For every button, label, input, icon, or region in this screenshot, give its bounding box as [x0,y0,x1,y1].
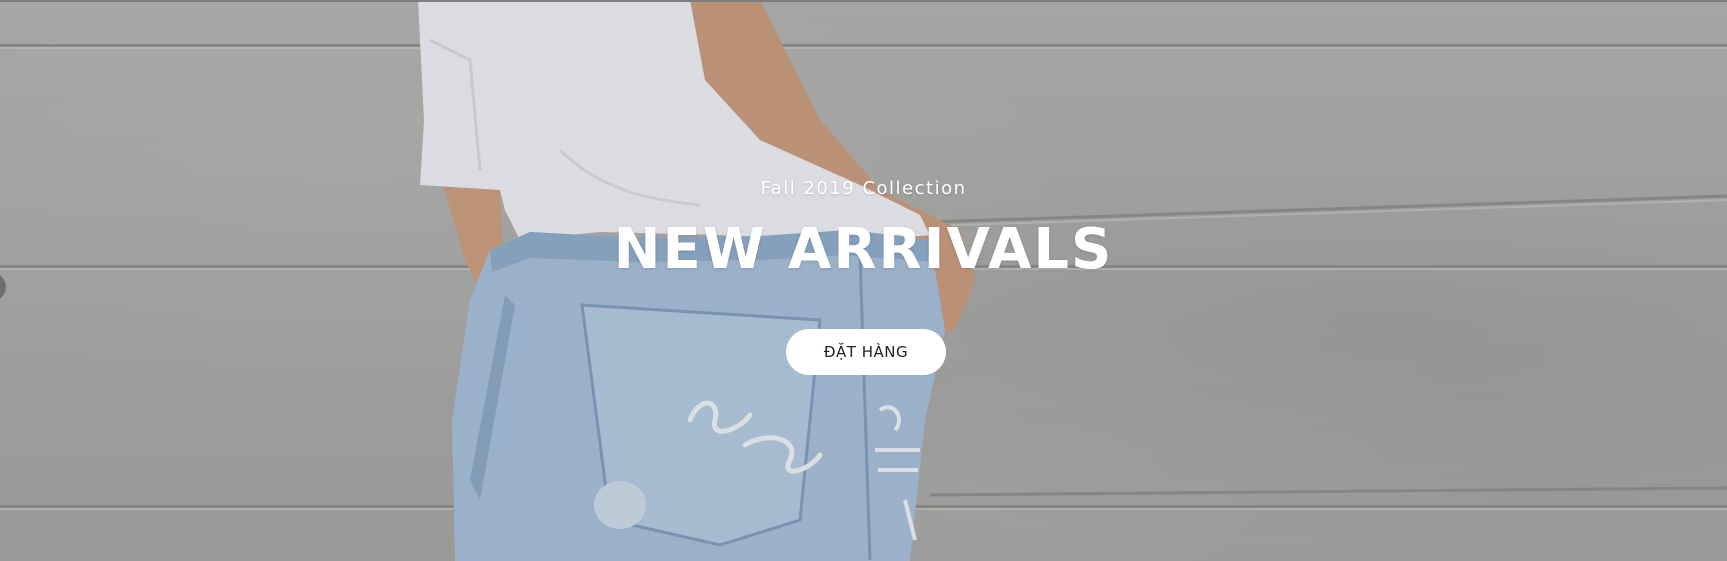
hero-content: Fall 2019 Collection NEW ARRIVALS ĐẶT HÀ… [0,0,1727,561]
hero-banner: Fall 2019 Collection NEW ARRIVALS ĐẶT HÀ… [0,0,1727,561]
order-button[interactable]: ĐẶT HÀNG [786,329,946,375]
hero-subtitle: Fall 2019 Collection [760,178,967,199]
hero-title: NEW ARRIVALS [613,217,1114,282]
